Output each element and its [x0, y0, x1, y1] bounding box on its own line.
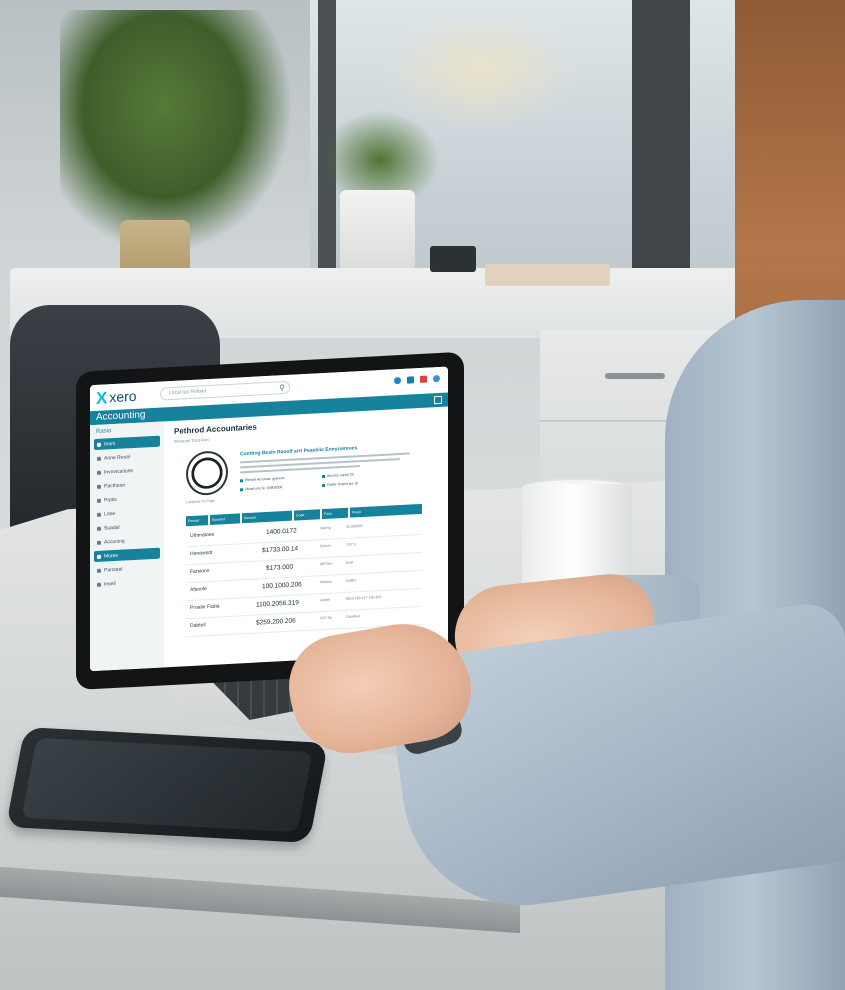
small-plant-pot: [340, 190, 415, 270]
folder-icon: [97, 484, 101, 489]
row-note: Eralt: [346, 560, 354, 565]
row-amount: $259.200.206: [256, 617, 296, 627]
home-icon: [97, 442, 101, 447]
sidebar-header: Rasio: [96, 428, 112, 435]
sidebar-item-parcteel[interactable]: Parcteel: [94, 562, 160, 576]
row-label: SO7.6p: [320, 615, 332, 621]
column-header[interactable]: Pevard: [186, 515, 208, 527]
row-label: WPTare: [320, 561, 333, 567]
row-amount: 1400.0172: [266, 527, 297, 537]
sidebar: Rasio Itrom Arine Resal Invovicatiuns Pa…: [90, 421, 164, 672]
sidebar-item-pacthoon[interactable]: Pacthoon: [94, 478, 160, 492]
row-label: Reltase: [320, 579, 332, 585]
row-amount: $1733.00.14: [262, 545, 299, 555]
column-header[interactable]: Coatt: [294, 509, 320, 521]
card-chip[interactable]: Aucees Larad 3S: [322, 472, 354, 478]
card-chip[interactable]: Ootter Uulpot wa 16: [322, 481, 358, 487]
row-name: Uthmatoes: [190, 531, 215, 540]
row-name: Farsionn: [190, 568, 210, 576]
row-name: Honawsdr: [190, 549, 213, 558]
row-amount: 100.1000.206: [262, 581, 302, 591]
list-icon: [97, 512, 101, 517]
window-frame-mullion: [632, 0, 690, 300]
calculator-icon: [97, 540, 101, 545]
settings-icon: [97, 554, 101, 559]
row-amount: 1100.2056.319: [256, 599, 299, 609]
row-note: Gatlhe: [346, 578, 357, 583]
card-chip[interactable]: Utoad uns fe. 04902006: [240, 485, 282, 491]
sidebar-item-lnbe[interactable]: Lnbe: [94, 506, 160, 520]
row-note: 40.000000: [346, 523, 363, 529]
xero-x-icon: X: [96, 387, 108, 408]
sidebar-item-prptis[interactable]: Prptis: [94, 492, 160, 506]
box-icon: [97, 568, 101, 573]
phone-screen: [21, 737, 313, 833]
apps-icon[interactable]: [407, 376, 414, 384]
profile-avatar[interactable]: [186, 450, 228, 497]
sidebar-item-arine-resal[interactable]: Arine Resal: [94, 450, 160, 464]
sidebar-item-mores[interactable]: Mores: [94, 547, 160, 563]
alert-icon[interactable]: [420, 375, 427, 383]
card-chip[interactable]: Fbeard Acconos, gyteens: [240, 476, 285, 482]
row-name: Dabtell: [190, 622, 206, 630]
page-title: Pethrod Accountaries: [174, 422, 257, 436]
plant-leaves: [60, 10, 290, 250]
search-input[interactable]: Local tax Reload ⚲: [160, 380, 290, 401]
office-photo-scene: X xero Local tax Reload ⚲ Accounting Ras…: [0, 0, 845, 990]
sidebar-item-insell[interactable]: Insell: [94, 576, 160, 590]
smartphone: [5, 727, 329, 843]
cabinet-handle: [605, 373, 665, 379]
row-note: 8013 100 LYT 100.103: [346, 595, 382, 601]
pencil-icon: [97, 498, 101, 503]
search-icon: ⚲: [279, 383, 285, 393]
document-icon: [97, 470, 101, 475]
chip-bullet-icon: [322, 474, 325, 478]
shelf-tray: [485, 264, 610, 286]
chip-bullet-icon: [322, 483, 325, 487]
row-label: Uatsel: [320, 597, 330, 603]
avatar-caption: Lonprese Ya Pags: [186, 498, 215, 505]
row-label: Valeng: [320, 525, 331, 531]
expand-icon[interactable]: [434, 395, 442, 405]
column-header[interactable]: Reviost: [242, 510, 292, 524]
brand-logo[interactable]: X xero: [96, 387, 137, 407]
row-note: 7G7.9: [346, 542, 356, 547]
chip-bullet-icon: [240, 487, 243, 491]
sidebar-item-suadal[interactable]: Suadal: [94, 520, 160, 534]
sidebar-item-invovicatiuns[interactable]: Invovicatiuns: [94, 464, 160, 478]
page-subtitle: Pieraund Thcd Revi: [174, 437, 210, 444]
column-header[interactable]: Epoated: [210, 513, 240, 525]
brand-name: xero: [109, 387, 137, 405]
chip-bullet-icon: [240, 478, 243, 482]
shelf-box: [430, 246, 476, 272]
notification-icon[interactable]: [394, 376, 401, 385]
row-name: Afsonfe: [190, 586, 207, 594]
row-note: Oaattaiat: [346, 614, 361, 619]
user-icon: [97, 456, 101, 461]
row-name: Proalie Fadia: [190, 603, 220, 612]
chart-icon: [97, 526, 101, 531]
column-header[interactable]: Foos: [322, 507, 348, 520]
plus-icon: [97, 582, 101, 587]
row-label: Feesm: [320, 543, 331, 549]
sidebar-item-itrom[interactable]: Itrom: [94, 435, 160, 451]
top-toolbar-icons: [394, 374, 440, 385]
row-amount: $173.000: [266, 563, 294, 573]
sidebar-item-acconiriq[interactable]: Acconiriq: [94, 534, 160, 548]
profile-icon[interactable]: [433, 374, 440, 383]
search-placeholder: Local tax Reload: [169, 388, 207, 397]
